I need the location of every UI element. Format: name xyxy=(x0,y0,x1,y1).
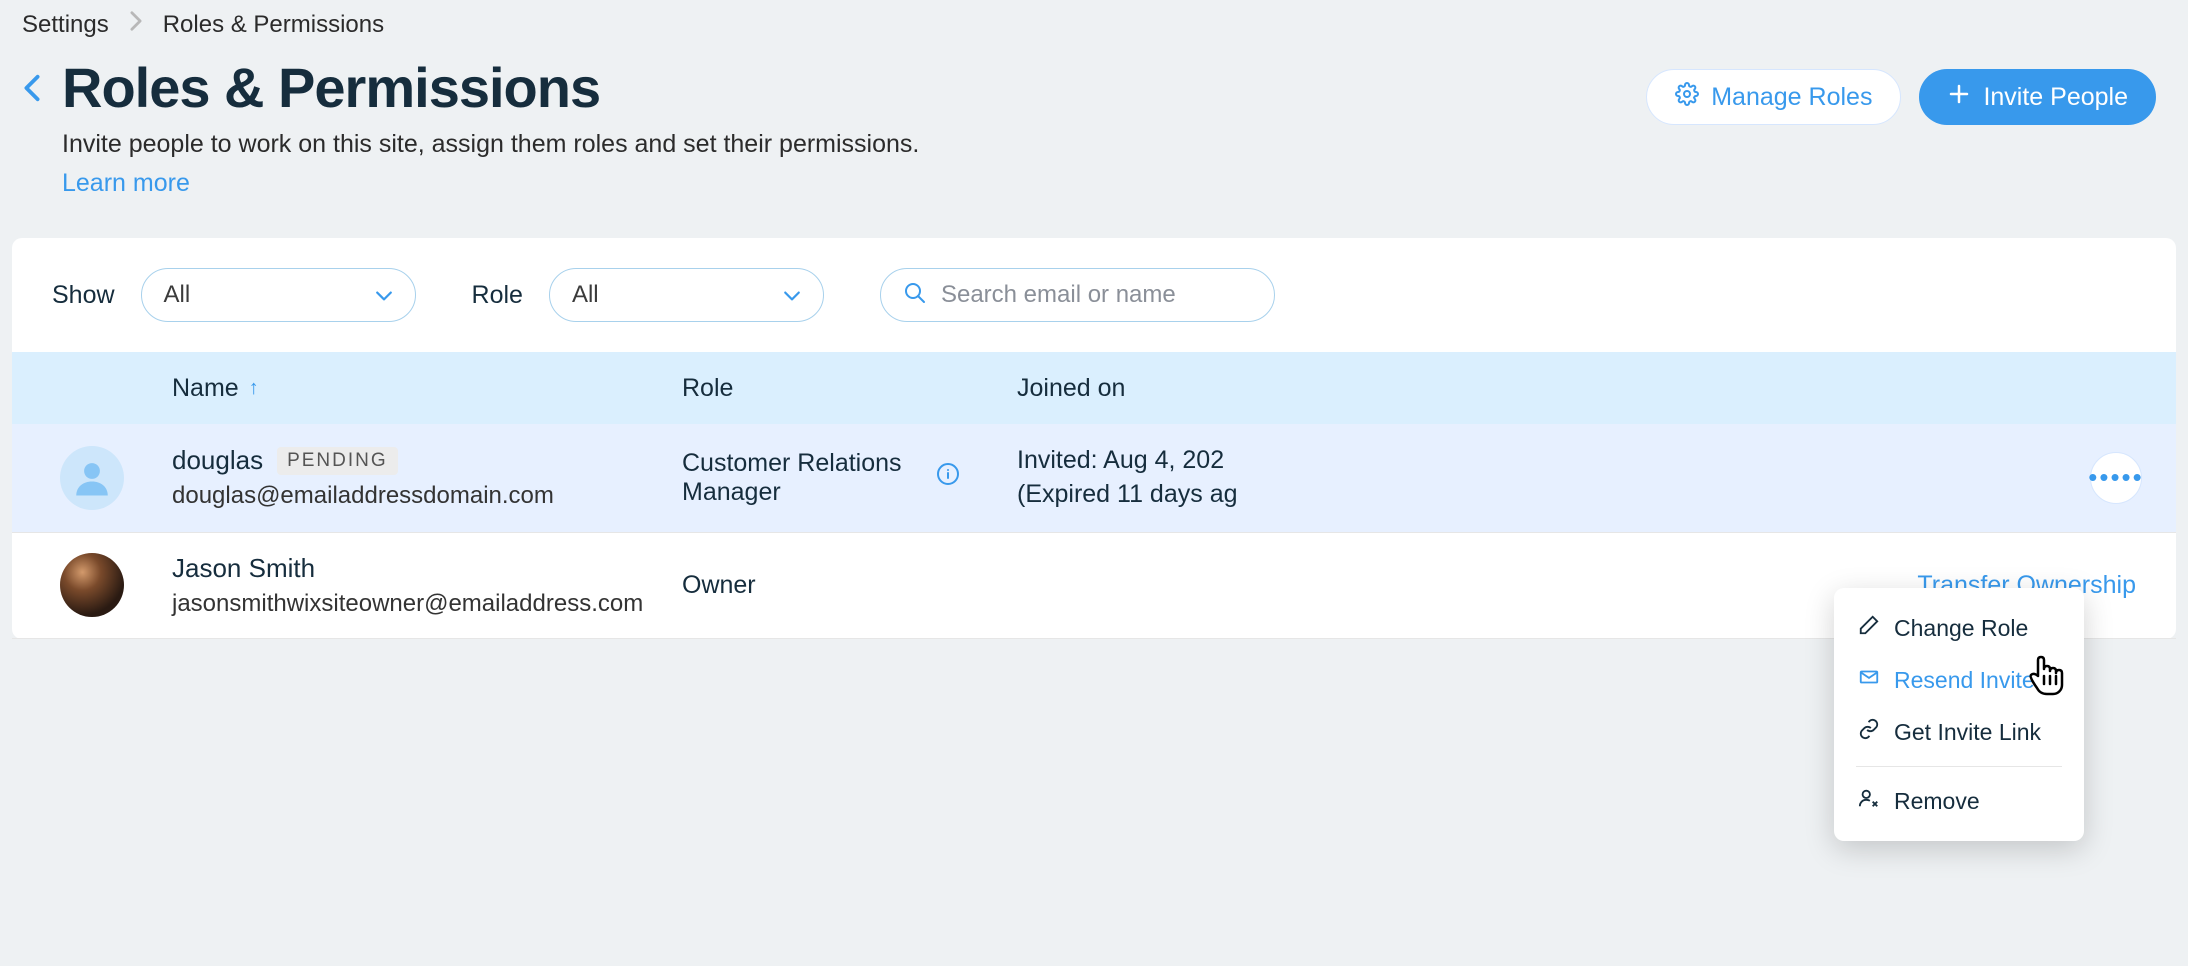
status-badge: PENDING xyxy=(277,447,398,475)
plus-icon xyxy=(1947,82,1971,113)
show-filter-value: All xyxy=(164,281,191,309)
user-name: Jason Smith xyxy=(172,553,315,584)
menu-item-resend-invite[interactable]: Resend Invite xyxy=(1834,654,2084,706)
chevron-down-icon xyxy=(375,281,393,309)
user-name: douglas xyxy=(172,445,263,476)
role-filter-value: All xyxy=(572,281,599,309)
chevron-down-icon xyxy=(783,281,801,309)
search-input[interactable] xyxy=(941,281,1252,309)
user-remove-icon xyxy=(1858,787,1880,815)
menu-item-remove[interactable]: Remove xyxy=(1834,775,2084,827)
menu-divider xyxy=(1856,766,2062,767)
link-icon xyxy=(1858,718,1880,746)
menu-item-get-invite-link[interactable]: Get Invite Link xyxy=(1834,706,2084,758)
row-actions-menu: Change Role Resend Invite Get Invite Lin… xyxy=(1834,588,2084,841)
user-email: douglas@emailaddressdomain.com xyxy=(172,482,682,510)
user-role: Owner xyxy=(682,571,756,600)
sort-ascending-icon: ↑ xyxy=(249,377,259,400)
chevron-right-icon xyxy=(129,10,143,39)
collaborators-card: Show All Role All xyxy=(12,238,2176,639)
role-filter-select[interactable]: All xyxy=(549,268,824,322)
joined-expired-note: (Expired 11 days ag xyxy=(1017,478,2056,512)
breadcrumb-current: Roles & Permissions xyxy=(163,11,384,39)
role-filter-label: Role xyxy=(472,281,523,310)
user-role: Customer Relations Manager xyxy=(682,449,922,507)
row-actions-button[interactable]: ••••• xyxy=(2090,452,2142,504)
show-filter-label: Show xyxy=(52,281,115,310)
avatar xyxy=(60,553,124,617)
gear-icon xyxy=(1675,82,1699,113)
pencil-icon xyxy=(1858,614,1880,642)
menu-item-change-role[interactable]: Change Role xyxy=(1834,602,2084,654)
column-header-joined[interactable]: Joined on xyxy=(1017,374,2056,403)
manage-roles-label: Manage Roles xyxy=(1711,83,1872,112)
manage-roles-button[interactable]: Manage Roles xyxy=(1646,69,1901,125)
page-title: Roles & Permissions xyxy=(62,55,1626,120)
joined-invited-date: Invited: Aug 4, 202 xyxy=(1017,444,2056,478)
search-field[interactable] xyxy=(880,268,1275,322)
info-icon[interactable] xyxy=(936,462,960,493)
table-row: douglas PENDING douglas@emailaddressdoma… xyxy=(12,424,2176,533)
show-filter-select[interactable]: All xyxy=(141,268,416,322)
column-header-role[interactable]: Role xyxy=(682,374,1017,403)
invite-people-label: Invite People xyxy=(1983,83,2128,112)
back-button[interactable] xyxy=(22,55,42,110)
invite-people-button[interactable]: Invite People xyxy=(1919,69,2156,125)
breadcrumb: Settings Roles & Permissions xyxy=(0,0,2188,49)
page-subtitle: Invite people to work on this site, assi… xyxy=(62,130,1626,159)
filters-bar: Show All Role All xyxy=(12,238,2176,352)
column-header-name[interactable]: Name ↑ xyxy=(172,374,682,403)
avatar xyxy=(60,446,124,510)
breadcrumb-root[interactable]: Settings xyxy=(22,11,109,39)
envelope-icon xyxy=(1858,666,1880,694)
user-email: jasonsmithwixsiteowner@emailaddress.com xyxy=(172,590,682,618)
learn-more-link[interactable]: Learn more xyxy=(62,169,190,198)
table-header: Name ↑ Role Joined on xyxy=(12,352,2176,424)
search-icon xyxy=(903,281,927,310)
